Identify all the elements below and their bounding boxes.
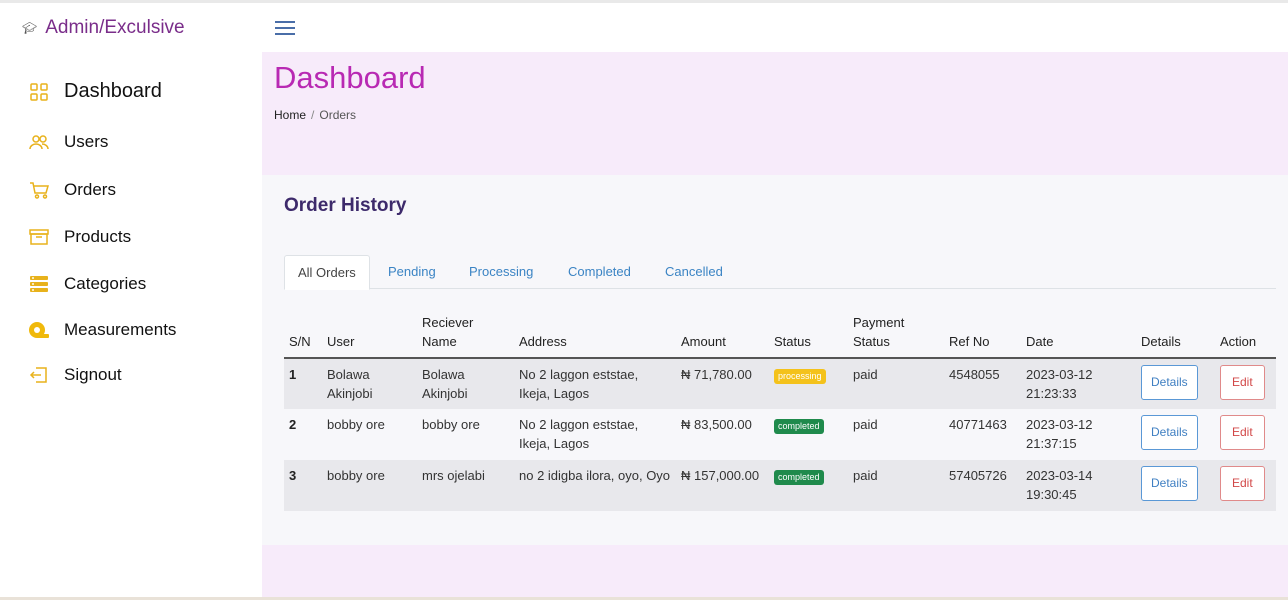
- cell-sn: 3: [284, 460, 322, 511]
- sidebar-item-label: Dashboard: [64, 80, 162, 102]
- details-button[interactable]: Details: [1141, 415, 1198, 450]
- order-history-card: Order History All Orders Pending Process…: [262, 175, 1288, 545]
- column-header-action: Action: [1215, 309, 1276, 359]
- cell-details: Details: [1136, 409, 1215, 460]
- cell-address: No 2 laggon eststae, Ikeja, Lagos: [514, 358, 676, 409]
- table-row: 2 bobby ore bobby ore No 2 laggon eststa…: [284, 409, 1276, 460]
- edit-button[interactable]: Edit: [1220, 466, 1265, 501]
- edit-button[interactable]: Edit: [1220, 415, 1265, 450]
- cart-icon: [28, 181, 50, 199]
- details-button[interactable]: Details: [1141, 365, 1198, 400]
- cell-action: Edit: [1215, 409, 1276, 460]
- tab-completed[interactable]: Completed: [568, 255, 631, 289]
- column-header-status: Status: [769, 309, 848, 359]
- dashboard-grid-icon: [28, 82, 50, 101]
- breadcrumb-home[interactable]: Home: [274, 108, 306, 122]
- order-tabs: All Orders Pending Processing Completed …: [284, 255, 1276, 290]
- cell-sn: 2: [284, 409, 322, 460]
- sidebar-item-users[interactable]: Users: [28, 132, 108, 152]
- cell-details: Details: [1136, 358, 1215, 409]
- cell-address: No 2 laggon eststae, Ikeja, Lagos: [514, 409, 676, 460]
- cell-date: 2023-03-14 19:30:45: [1021, 460, 1136, 511]
- categories-list-icon: [28, 275, 50, 293]
- hamburger-menu-icon[interactable]: [275, 21, 295, 37]
- sidebar-item-label: Measurements: [64, 320, 177, 339]
- status-badge: completed: [774, 470, 824, 485]
- breadcrumb: Home / Orders: [274, 108, 356, 122]
- table-header-row: S/N User Reciever Name Address Amount St…: [284, 309, 1276, 359]
- main-content: Dashboard Home / Orders Order History All …: [262, 52, 1288, 597]
- status-badge: completed: [774, 419, 824, 434]
- sidebar-item-dashboard[interactable]: Dashboard: [28, 80, 162, 103]
- column-header-ref-no: Ref No: [944, 309, 1021, 359]
- column-header-payment-status: Payment Status: [848, 309, 944, 359]
- breadcrumb-separator: /: [311, 108, 315, 122]
- column-header-user: User: [322, 309, 417, 359]
- cell-ref-no: 40771463: [944, 409, 1021, 460]
- cell-address: no 2 idigba ilora, oyo, Oyo: [514, 460, 676, 511]
- tab-processing[interactable]: Processing: [469, 255, 533, 289]
- sidebar-item-products[interactable]: Products: [28, 227, 131, 247]
- details-button[interactable]: Details: [1141, 466, 1198, 501]
- cell-status: processing: [769, 358, 848, 409]
- graduation-cap-icon: 🎓︎: [22, 21, 38, 35]
- cell-amount: ₦ 83,500.00: [676, 409, 769, 460]
- cell-payment-status: paid: [848, 460, 944, 511]
- cell-action: Edit: [1215, 460, 1276, 511]
- column-header-address: Address: [514, 309, 676, 359]
- table-row: 3 bobby ore mrs ojelabi no 2 idigba ilor…: [284, 460, 1276, 511]
- orders-table: S/N User Reciever Name Address Amount St…: [284, 309, 1276, 511]
- cell-status: completed: [769, 409, 848, 460]
- cell-amount: ₦ 157,000.00: [676, 460, 769, 511]
- users-icon: [28, 134, 50, 150]
- top-bar: 🎓︎ Admin/Exculsive: [0, 0, 1288, 52]
- cell-ref-no: 57405726: [944, 460, 1021, 511]
- cell-user: bobby ore: [322, 409, 417, 460]
- table-row: 1 Bolawa Akinjobi Bolawa Akinjobi No 2 l…: [284, 358, 1276, 409]
- measurement-icon: [28, 321, 50, 339]
- sidebar-item-label: Orders: [64, 180, 116, 199]
- archive-box-icon: [28, 228, 50, 246]
- sidebar-item-categories[interactable]: Categories: [28, 274, 146, 294]
- cell-amount: ₦ 71,780.00: [676, 358, 769, 409]
- sidebar-item-signout[interactable]: Signout: [28, 365, 122, 385]
- breadcrumb-current: Orders: [319, 108, 357, 122]
- cell-date: 2023-03-12 21:23:33: [1021, 358, 1136, 409]
- page-title: Dashboard: [274, 60, 426, 95]
- sidebar-item-measurements[interactable]: Measurements: [28, 320, 176, 340]
- cell-payment-status: paid: [848, 358, 944, 409]
- signout-icon: [28, 366, 50, 384]
- tab-cancelled[interactable]: Cancelled: [665, 255, 723, 289]
- column-header-details: Details: [1136, 309, 1215, 359]
- cell-user: bobby ore: [322, 460, 417, 511]
- cell-sn: 1: [284, 358, 322, 409]
- column-header-amount: Amount: [676, 309, 769, 359]
- brand-title: Admin/Exculsive: [45, 17, 185, 38]
- cell-details: Details: [1136, 460, 1215, 511]
- cell-status: completed: [769, 460, 848, 511]
- sidebar-item-label: Categories: [64, 274, 147, 293]
- order-history-title: Order History: [284, 195, 407, 216]
- edit-button[interactable]: Edit: [1220, 365, 1265, 400]
- brand[interactable]: 🎓︎ Admin/Exculsive: [22, 17, 185, 39]
- cell-payment-status: paid: [848, 409, 944, 460]
- column-header-receiver: Reciever Name: [417, 309, 514, 359]
- cell-ref-no: 4548055: [944, 358, 1021, 409]
- cell-user: Bolawa Akinjobi: [322, 358, 417, 409]
- sidebar-item-orders[interactable]: Orders: [28, 180, 116, 200]
- tab-all-orders[interactable]: All Orders: [284, 255, 370, 290]
- cell-action: Edit: [1215, 358, 1276, 409]
- cell-receiver: Bolawa Akinjobi: [417, 358, 514, 409]
- column-header-sn: S/N: [284, 309, 322, 359]
- cell-receiver: bobby ore: [417, 409, 514, 460]
- status-badge: processing: [774, 369, 826, 384]
- column-header-date: Date: [1021, 309, 1136, 359]
- sidebar: Dashboard Users Orders Products Categori…: [0, 52, 262, 600]
- tab-pending[interactable]: Pending: [388, 255, 436, 289]
- sidebar-item-label: Products: [64, 227, 132, 246]
- sidebar-item-label: Signout: [64, 365, 122, 384]
- cell-receiver: mrs ojelabi: [417, 460, 514, 511]
- cell-date: 2023-03-12 21:37:15: [1021, 409, 1136, 460]
- sidebar-item-label: Users: [64, 132, 109, 151]
